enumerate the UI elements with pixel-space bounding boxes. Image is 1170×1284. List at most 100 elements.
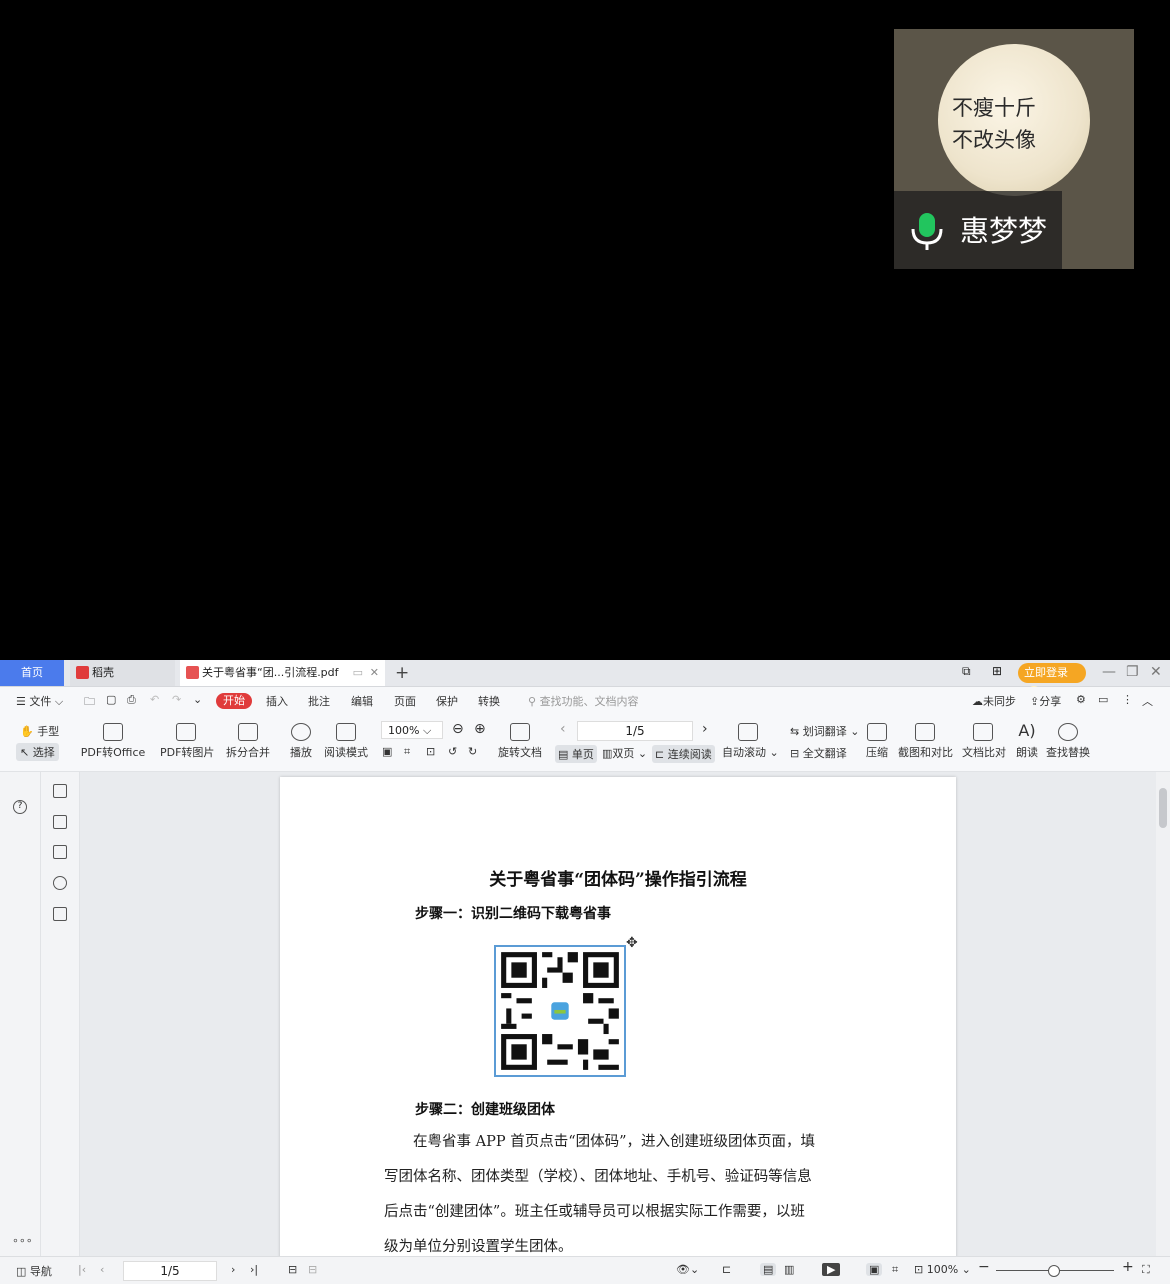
screenshot-compare-button[interactable]: 截图和对比 bbox=[898, 723, 953, 760]
save-icon[interactable]: ▢ bbox=[106, 693, 116, 706]
left-rail: ? ∘∘∘ bbox=[0, 772, 41, 1256]
menu-insert[interactable]: 插入 bbox=[266, 693, 288, 709]
rotate-right-icon[interactable]: ↻ bbox=[468, 745, 477, 758]
more-dropdown-icon[interactable]: ⌄ bbox=[193, 693, 202, 706]
read-aloud-button[interactable]: A) 朗读 bbox=[1014, 723, 1040, 760]
settings-icon[interactable]: ⚙ bbox=[1076, 693, 1086, 706]
zoom-in-icon[interactable]: ⊕ bbox=[474, 721, 486, 737]
fit-page-status-icon[interactable]: ⌗ bbox=[892, 1263, 898, 1277]
tab-pdf-document[interactable]: 关于粤省事“团...引流程.pdf ▭ ✕ bbox=[180, 660, 385, 686]
pdf-to-office-button[interactable]: PDF转Office bbox=[80, 723, 146, 760]
tab-pin-icon[interactable]: ▭ bbox=[353, 660, 363, 686]
double-page-button[interactable]: ▥双页 ⌄ bbox=[602, 745, 647, 761]
document-viewport[interactable]: 关于粤省事“团体码”操作指引流程 步骤一：识别二维码下载粤省事 ✥ 步骤二：创建… bbox=[80, 772, 1156, 1256]
play-slideshow-icon[interactable]: ▶ bbox=[822, 1263, 841, 1276]
open-icon[interactable]: 🗀 bbox=[84, 693, 95, 712]
file-menu[interactable]: ☰ 文件 ⌵ bbox=[16, 693, 63, 709]
minimize-button[interactable]: — bbox=[1102, 664, 1116, 680]
rotate-document-button[interactable]: 旋转文档 bbox=[498, 723, 542, 760]
sync-status[interactable]: ☁未同步 bbox=[972, 693, 1016, 709]
signature-icon[interactable] bbox=[53, 907, 67, 921]
more-options-icon[interactable]: ⋮ bbox=[1122, 693, 1133, 706]
more-icon[interactable]: ∘∘∘ bbox=[12, 1234, 33, 1247]
word-translate-button[interactable]: ⇆ 划词翻译 ⌄ bbox=[790, 723, 859, 739]
tab-docer[interactable]: 稻壳 bbox=[70, 660, 175, 686]
comment-icon[interactable] bbox=[53, 845, 67, 859]
forward-view-icon[interactable]: ⊟ bbox=[308, 1263, 317, 1276]
new-tab-button[interactable]: + bbox=[395, 660, 409, 686]
double-page-view-icon[interactable]: ▥ bbox=[784, 1263, 794, 1276]
eye-protection-icon[interactable]: 👁⌄ bbox=[676, 1263, 699, 1276]
pdf-to-image-button[interactable]: PDF转图片 bbox=[160, 723, 214, 760]
navigation-toggle[interactable]: ◫ 导航 bbox=[16, 1263, 52, 1279]
menu-edit[interactable]: 编辑 bbox=[351, 693, 373, 709]
compress-button[interactable]: 压缩 bbox=[864, 723, 890, 760]
first-page-icon[interactable]: |‹ bbox=[78, 1263, 86, 1276]
share-button[interactable]: ⇪分享 bbox=[1030, 693, 1061, 709]
thumbnail-icon[interactable] bbox=[53, 815, 67, 829]
play-button[interactable]: 播放 bbox=[288, 723, 314, 760]
status-next-page-icon[interactable]: › bbox=[231, 1263, 235, 1276]
participant-video-tile[interactable]: 不瘦十斤 不改头像 惠梦梦 bbox=[894, 29, 1134, 269]
single-page-button[interactable]: ▤ 单页 bbox=[555, 745, 597, 763]
compress-label: 压缩 bbox=[866, 746, 888, 759]
qr-code-image[interactable] bbox=[494, 945, 626, 1077]
restore-button[interactable]: ❐ bbox=[1126, 664, 1139, 680]
window-layout-icon[interactable]: ⧉ bbox=[962, 664, 971, 682]
split-merge-button[interactable]: 拆分合并 bbox=[223, 723, 273, 760]
read-mode-button[interactable]: 阅读模式 bbox=[324, 723, 368, 760]
menu-convert[interactable]: 转换 bbox=[478, 693, 500, 709]
find-replace-button[interactable]: 查找替换 bbox=[1046, 723, 1090, 760]
login-button[interactable]: 立即登录 bbox=[1018, 663, 1086, 700]
redo-icon[interactable]: ↷ bbox=[172, 693, 181, 706]
select-tool[interactable]: ↖ 选择 bbox=[16, 743, 59, 761]
continuous-scroll-icon[interactable]: ⊏ bbox=[722, 1263, 731, 1276]
collapse-ribbon-icon[interactable]: ︿ bbox=[1142, 693, 1153, 709]
actual-size-status-icon[interactable]: ▣ bbox=[866, 1263, 883, 1276]
hand-tool[interactable]: ✋ 手型 bbox=[20, 723, 59, 739]
menu-start[interactable]: 开始 bbox=[216, 693, 252, 709]
print-icon[interactable]: ⎙ bbox=[127, 693, 136, 707]
fit-width-icon[interactable]: ⊡ bbox=[426, 745, 435, 758]
zoom-status[interactable]: ⊡ 100% ⌄ bbox=[914, 1263, 971, 1276]
vertical-scrollbar[interactable] bbox=[1156, 772, 1170, 1256]
status-page-input[interactable]: 1/5 bbox=[123, 1261, 217, 1281]
back-view-icon[interactable]: ⊟ bbox=[288, 1263, 297, 1276]
next-page-icon[interactable]: › bbox=[702, 721, 708, 737]
zoom-select[interactable]: 100% ⌵ bbox=[381, 721, 443, 739]
status-prev-page-icon[interactable]: ‹ bbox=[100, 1263, 104, 1276]
attachment-icon[interactable] bbox=[53, 876, 67, 890]
fullscreen-icon[interactable]: ⛶ bbox=[1142, 1263, 1150, 1277]
continuous-read-button[interactable]: ⊏ 连续阅读 bbox=[652, 745, 715, 763]
help-icon[interactable]: ? bbox=[13, 800, 27, 814]
apps-grid-icon[interactable]: ⊞ bbox=[992, 664, 1002, 682]
page-number-input[interactable]: 1/5 bbox=[577, 721, 693, 741]
full-translate-button[interactable]: ⊟ 全文翻译 bbox=[790, 745, 847, 761]
single-page-view-icon[interactable]: ▤ bbox=[760, 1263, 777, 1276]
menu-page[interactable]: 页面 bbox=[394, 693, 416, 709]
zoom-out-icon[interactable]: ⊖ bbox=[452, 721, 464, 737]
fit-page-icon[interactable]: ⌗ bbox=[404, 745, 410, 759]
bookmark-icon[interactable] bbox=[53, 784, 67, 798]
document-compare-button[interactable]: 文档比对 bbox=[962, 723, 1006, 760]
zoom-in-status-icon[interactable]: + bbox=[1122, 1259, 1134, 1275]
pdf-file-icon bbox=[186, 666, 199, 679]
actual-size-icon[interactable]: ▣ bbox=[382, 745, 392, 758]
last-page-icon[interactable]: ›| bbox=[250, 1263, 258, 1276]
zoom-out-status-icon[interactable]: − bbox=[978, 1259, 990, 1275]
close-window-button[interactable]: ✕ bbox=[1150, 664, 1162, 680]
rotate-left-icon[interactable]: ↺ bbox=[448, 745, 457, 758]
play-label: 播放 bbox=[290, 746, 312, 759]
message-icon[interactable]: ▭ bbox=[1098, 693, 1108, 706]
auto-scroll-button[interactable]: 自动滚动 ⌄ bbox=[722, 723, 779, 760]
prev-page-icon[interactable]: ‹ bbox=[560, 721, 566, 737]
scrollbar-thumb[interactable] bbox=[1159, 788, 1167, 828]
undo-icon[interactable]: ↶ bbox=[150, 693, 159, 706]
menu-protect[interactable]: 保护 bbox=[436, 693, 458, 709]
book-icon bbox=[336, 723, 356, 741]
menu-annotate[interactable]: 批注 bbox=[308, 693, 330, 709]
tab-close-icon[interactable]: ✕ bbox=[370, 660, 379, 686]
tab-home[interactable]: 首页 bbox=[0, 660, 64, 686]
search-input[interactable]: ⚲ 查找功能、文档内容 bbox=[528, 693, 639, 709]
zoom-slider-knob[interactable] bbox=[1048, 1265, 1060, 1277]
